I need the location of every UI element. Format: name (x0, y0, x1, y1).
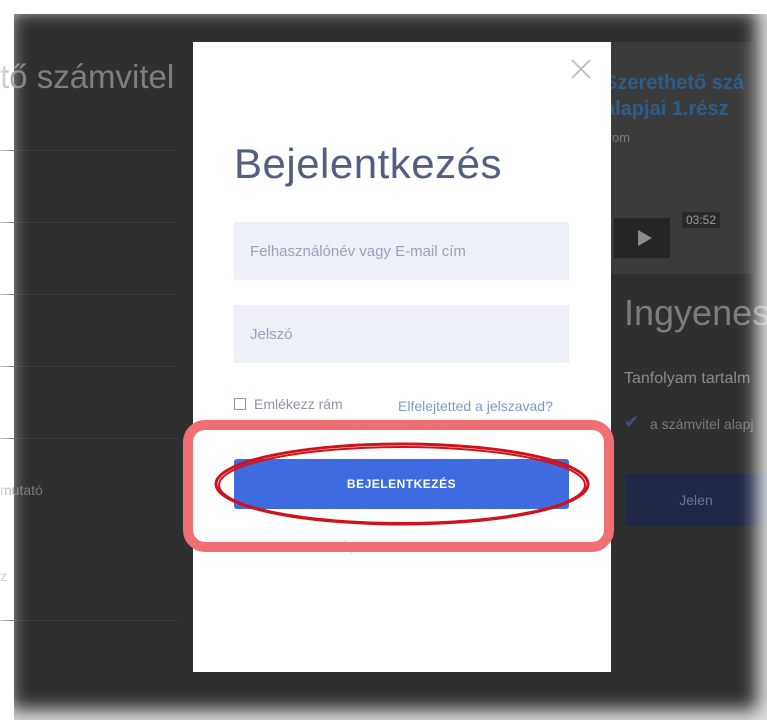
background-subheading: Tanfolyam tartalm (624, 370, 751, 387)
divider (0, 438, 178, 439)
divider (0, 620, 178, 621)
close-icon[interactable] (568, 56, 594, 82)
background-list-item: z (0, 568, 7, 584)
video-time: 03:52 (682, 212, 721, 228)
background-page-title: tő számvitel (0, 58, 175, 95)
divider (0, 294, 178, 295)
background-button: Jelen (625, 474, 767, 526)
forgot-password-link[interactable]: Elfelejtetted a jelszavad? (398, 398, 553, 414)
remember-me-checkbox[interactable] (234, 398, 246, 410)
modal-title: Bejelentkezés (234, 140, 502, 188)
check-icon: ✔ (624, 412, 640, 432)
remember-me-label: Emlékezz rám (254, 396, 343, 412)
divider (0, 222, 178, 223)
password-input[interactable] (234, 305, 569, 363)
register-link[interactable]: Új fiók létrehozása (340, 540, 447, 555)
divider (0, 366, 178, 367)
background-heading: Ingyenes (624, 292, 767, 333)
play-icon (614, 218, 670, 258)
background-list-item: a számvitel alapj (650, 416, 754, 432)
username-input[interactable] (234, 222, 569, 280)
divider (0, 150, 178, 151)
login-button[interactable]: BEJELENTKEZÉS (234, 459, 569, 509)
background-list-item: mutató (0, 482, 43, 498)
video-title: Szerethető szá alapjai 1.rész (604, 72, 745, 120)
remember-me[interactable]: Emlékezz rám (234, 396, 343, 412)
